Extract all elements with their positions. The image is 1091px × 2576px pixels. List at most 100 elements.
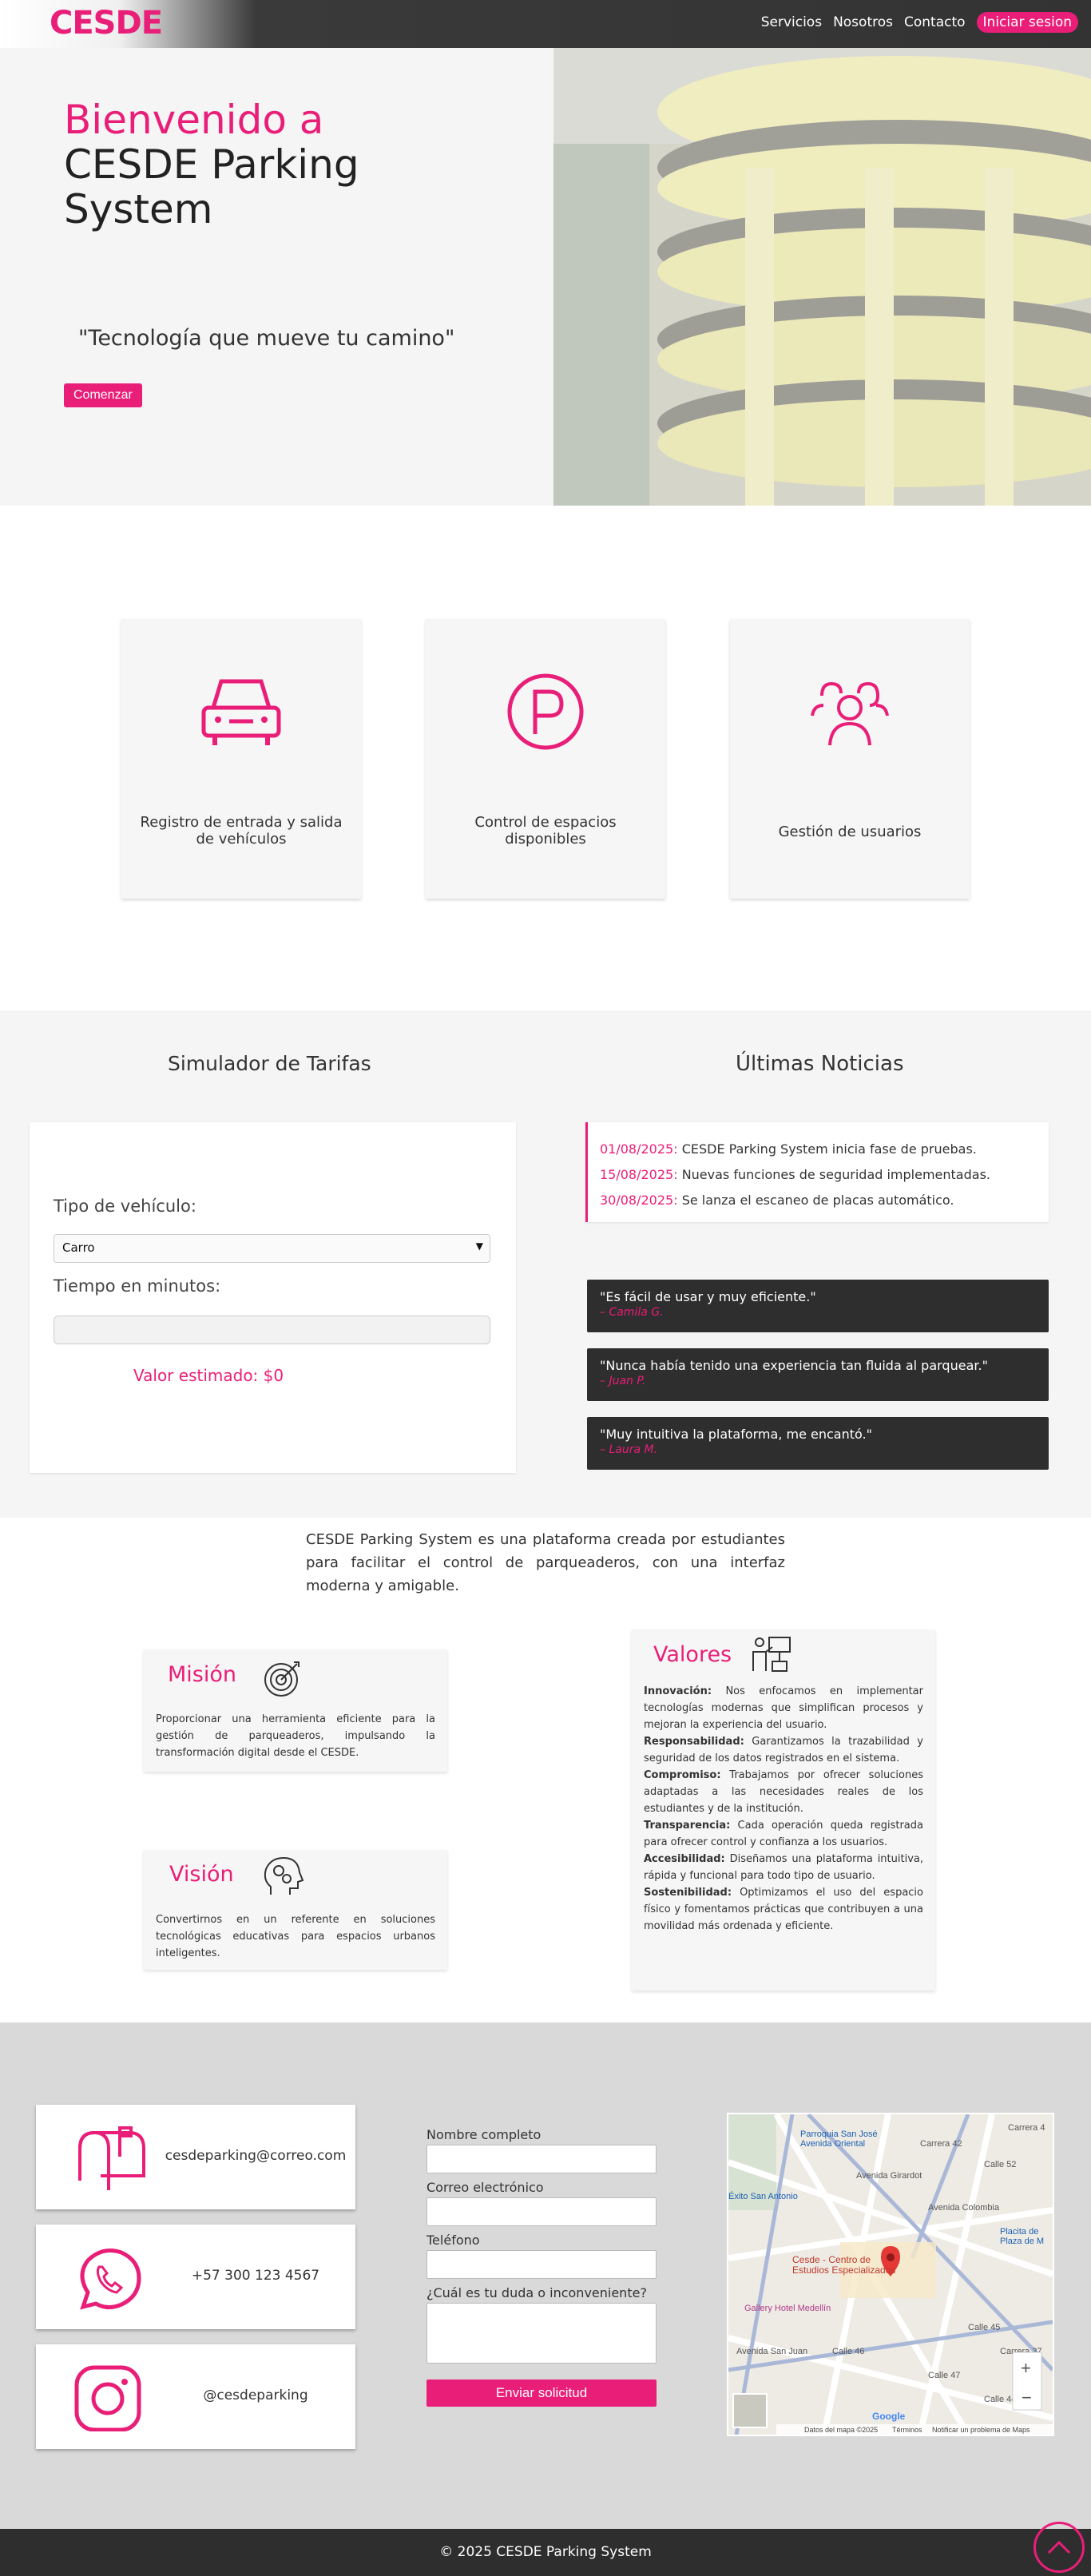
vehicle-type-label: Tipo de vehículo: bbox=[54, 1197, 196, 1216]
map-label: Parroquia San José bbox=[800, 2129, 878, 2139]
testimonial-author: – Laura M. bbox=[600, 1443, 658, 1456]
zoom-out-icon[interactable]: − bbox=[1022, 2387, 1032, 2407]
vision-text: Convertirnos en un referente en solucion… bbox=[156, 1914, 435, 1959]
name-label: Nombre completo bbox=[426, 2127, 542, 2142]
map-label: Calle 47 bbox=[928, 2371, 960, 2380]
hero-section: Bienvenido a CESDE Parking System "Tecno… bbox=[0, 48, 1091, 506]
nav-link-servicios[interactable]: Servicios bbox=[761, 14, 822, 30]
hero-quote: "Tecnología que mueve tu camino" bbox=[78, 326, 455, 351]
question-label: ¿Cuál es tu duda o inconveniente? bbox=[426, 2285, 647, 2300]
email-field[interactable] bbox=[426, 2197, 657, 2226]
map-label: Calle 44 bbox=[984, 2395, 1016, 2404]
testimonial-text: "Muy intuitiva la plataforma, me encantó… bbox=[600, 1427, 872, 1442]
question-textarea[interactable] bbox=[426, 2303, 657, 2364]
map-layer-thumbnail[interactable] bbox=[732, 2393, 768, 2428]
time-minutes-input[interactable] bbox=[54, 1316, 490, 1344]
phone-card[interactable]: +57 300 123 4567 bbox=[36, 2225, 355, 2329]
hero-title-line1: Bienvenido a bbox=[64, 97, 324, 143]
map-data-credit: Datos del mapa ©2025 bbox=[804, 2426, 878, 2434]
news-item: 30/08/2025: Se lanza el escaneo de placa… bbox=[600, 1193, 954, 1208]
parking-icon bbox=[507, 673, 584, 750]
map-label: Avenida Girardot bbox=[856, 2171, 922, 2181]
chevron-up-icon bbox=[1047, 2540, 1071, 2554]
news-list: 01/08/2025: CESDE Parking System inicia … bbox=[585, 1122, 1049, 1222]
map-label: Plaza de M bbox=[1000, 2237, 1044, 2246]
mision-text: Proporcionar una herramienta eficiente p… bbox=[156, 1713, 435, 1759]
service-label: Control de espacios disponibles bbox=[474, 814, 617, 847]
nav-link-contacto[interactable]: Contacto bbox=[904, 14, 966, 30]
valor-item: Compromiso: Trabajamos por ofrecer soluc… bbox=[644, 1769, 923, 1815]
map-label: Calle 46 bbox=[832, 2347, 864, 2356]
instagram-icon bbox=[74, 2365, 141, 2431]
news-item: 15/08/2025: Nuevas funciones de segurida… bbox=[600, 1167, 990, 1182]
map-label: Carrera 4 bbox=[1008, 2123, 1045, 2133]
contact-form: Nombre completo Correo electrónico Teléf… bbox=[426, 2121, 658, 2407]
map-label: Avenida San Juan bbox=[736, 2347, 807, 2356]
top-navbar: CESDE Servicios Nosotros Contacto Inicia… bbox=[0, 0, 1091, 48]
map-report-link[interactable]: Notificar un problema de Maps bbox=[932, 2426, 1030, 2434]
map-label: Avenida Colombia bbox=[928, 2203, 1000, 2213]
testimonial-author: – Juan P. bbox=[600, 1375, 646, 1387]
contact-instagram: @cesdeparking bbox=[203, 2387, 308, 2403]
footer-copyright: © 2025 CESDE Parking System bbox=[439, 2544, 652, 2560]
simulator-news-section: Simulador de Tarifas Últimas Noticias Ti… bbox=[0, 1010, 1091, 1518]
head-gears-icon bbox=[264, 1856, 304, 1895]
car-icon bbox=[201, 679, 281, 745]
mailbox-icon bbox=[78, 2126, 145, 2190]
valor-item: Transparencia: Cada operación queda regi… bbox=[644, 1820, 923, 1848]
map-place-label: Cesde - Centro de bbox=[792, 2254, 871, 2265]
email-label: Correo electrónico bbox=[426, 2180, 544, 2195]
about-description: CESDE Parking System es una plataforma c… bbox=[306, 1531, 785, 1594]
map-label: Gallery Hotel Medellín bbox=[744, 2304, 831, 2313]
start-button[interactable]: Comenzar bbox=[64, 383, 142, 407]
submit-button[interactable]: Enviar solicitud bbox=[426, 2380, 657, 2407]
estimated-value: Valor estimado: $0 bbox=[133, 1366, 284, 1385]
cesde-logo[interactable]: CESDE bbox=[50, 5, 163, 42]
whatsapp-icon bbox=[80, 2249, 141, 2310]
zoom-in-icon[interactable]: + bbox=[1021, 2358, 1031, 2378]
presentation-icon bbox=[752, 1637, 791, 1672]
service-label: Registro de entrada y salida de vehículo… bbox=[140, 814, 343, 847]
contact-phone: +57 300 123 4567 bbox=[191, 2268, 320, 2284]
phone-label: Teléfono bbox=[426, 2233, 480, 2248]
map-label: Éxito San Antonio bbox=[728, 2191, 798, 2201]
scroll-to-top-button[interactable] bbox=[1033, 2522, 1085, 2573]
map-graphic: Cesde - Centro de Estudios Especializado… bbox=[728, 2114, 1053, 2435]
valores-list: Innovación: Nos enfocamos en implementar… bbox=[644, 1683, 923, 1935]
vehicle-type-value: Carro bbox=[62, 1240, 95, 1255]
instagram-card[interactable]: @cesdeparking bbox=[36, 2344, 355, 2449]
service-label: Gestión de usuarios bbox=[778, 824, 922, 840]
simulator-title: Simulador de Tarifas bbox=[168, 1052, 371, 1075]
map-label: Carrera 42 bbox=[920, 2139, 962, 2149]
chevron-down-icon: ▼ bbox=[475, 1240, 483, 1252]
testimonial-card: "Muy intuitiva la plataforma, me encantó… bbox=[587, 1417, 1049, 1470]
footer: © 2025 CESDE Parking System bbox=[0, 2529, 1091, 2576]
users-icon bbox=[811, 681, 889, 746]
nav-links: Servicios Nosotros Contacto Iniciar sesi… bbox=[750, 12, 1078, 33]
map-terms-link[interactable]: Términos bbox=[892, 2426, 922, 2434]
service-card-usuarios: Gestión de usuarios bbox=[730, 619, 970, 899]
service-card-registro: Registro de entrada y salida de vehículo… bbox=[121, 619, 361, 899]
email-card[interactable]: cesdeparking@correo.com bbox=[36, 2105, 355, 2209]
map-label: Calle 52 bbox=[984, 2160, 1016, 2169]
valores-card: Valores Innovación: Nos enfocamos en imp… bbox=[632, 1629, 935, 1991]
name-field[interactable] bbox=[426, 2145, 657, 2173]
testimonial-text: "Nunca había tenido una experiencia tan … bbox=[600, 1358, 988, 1373]
google-logo: Google bbox=[872, 2411, 906, 2422]
target-icon bbox=[264, 1661, 300, 1697]
location-map[interactable]: Cesde - Centro de Estudios Especializado… bbox=[727, 2113, 1054, 2436]
valor-item: Responsabilidad: Garantizamos la trazabi… bbox=[644, 1736, 923, 1764]
map-place-label-2: Estudios Especializados bbox=[792, 2264, 895, 2276]
phone-field[interactable] bbox=[426, 2250, 657, 2279]
vehicle-type-select[interactable]: Carro ▼ bbox=[54, 1234, 490, 1263]
vision-title: Visión bbox=[169, 1862, 234, 1887]
login-button[interactable]: Iniciar sesion bbox=[976, 12, 1078, 33]
map-label: Avenida Oriental bbox=[800, 2139, 865, 2149]
map-label: Calle 45 bbox=[968, 2323, 1000, 2332]
nav-link-nosotros[interactable]: Nosotros bbox=[833, 14, 893, 30]
testimonial-card: "Nunca había tenido una experiencia tan … bbox=[587, 1348, 1049, 1401]
mision-card: Misión Proporcionar una herramienta efic… bbox=[144, 1649, 447, 1772]
testimonial-text: "Es fácil de usar y muy eficiente." bbox=[600, 1289, 816, 1304]
parking-building-image bbox=[553, 48, 1091, 506]
service-card-espacios: Control de espacios disponibles bbox=[426, 619, 665, 899]
